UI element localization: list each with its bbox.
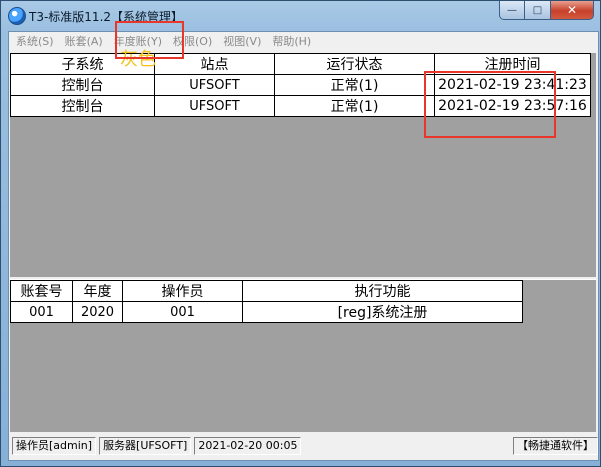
status-operator: 操作员[admin]: [12, 436, 97, 455]
column-header-operator[interactable]: 操作员: [122, 280, 243, 302]
menu-annual-account[interactable]: 年度账(Y): [110, 33, 166, 51]
cell-function: [reg]系统注册: [242, 301, 523, 323]
cell-site: UFSOFT: [154, 74, 275, 96]
cell-register-time: 2021-02-19 23:57:16: [434, 95, 591, 117]
menu-bar: 系统(S) 账套(A) 年度账(Y) 权限(O) 视图(V) 帮助(H): [9, 32, 598, 52]
column-header-year[interactable]: 年度: [72, 280, 123, 302]
window-title: T3-标准版11.2【系统管理】: [29, 10, 184, 24]
menu-account-set[interactable]: 账套(A): [61, 33, 107, 51]
client-area: 系统(S) 账套(A) 年度账(Y) 权限(O) 视图(V) 帮助(H) 子系统…: [8, 31, 599, 461]
status-bar: 操作员[admin] 服务器[UFSOFT] 2021-02-20 00:05 …: [9, 432, 598, 459]
column-header-function[interactable]: 执行功能: [242, 280, 523, 302]
column-header-site[interactable]: 站点: [154, 53, 275, 75]
cell-register-time: 2021-02-19 23:41:23: [434, 74, 591, 96]
close-button[interactable]: ✕: [551, 1, 594, 20]
window-controls: — □ ✕: [499, 1, 594, 21]
maximize-button[interactable]: □: [525, 1, 551, 20]
status-datetime: 2021-02-20 00:05: [194, 436, 302, 455]
table-row[interactable]: 控制台 UFSOFT 正常(1) 2021-02-19 23:57:16: [10, 95, 591, 117]
cell-subsystem: 控制台: [10, 95, 155, 117]
cell-run-status: 正常(1): [274, 95, 435, 117]
cell-account-no: 001: [10, 301, 73, 323]
column-header-subsystem[interactable]: 子系统: [10, 53, 155, 75]
task-table-header: 账套号 年度 操作员 执行功能: [10, 280, 523, 302]
table-row[interactable]: 001 2020 001 [reg]系统注册: [10, 301, 523, 323]
app-logo-icon: [8, 7, 26, 25]
cell-run-status: 正常(1): [274, 74, 435, 96]
minimize-button[interactable]: —: [499, 1, 525, 20]
title-bar[interactable]: T3-标准版11.2【系统管理】 — □ ✕: [1, 1, 600, 31]
task-table: 账套号 年度 操作员 执行功能 001 2020 001 [reg]系统注册: [10, 280, 523, 323]
cell-site: UFSOFT: [154, 95, 275, 117]
cell-year: 2020: [72, 301, 123, 323]
task-panel: 账套号 年度 操作员 执行功能 001 2020 001 [reg]系统注册: [10, 279, 596, 432]
column-header-run-status[interactable]: 运行状态: [274, 53, 435, 75]
subsystem-table-header: 子系统 站点 运行状态 注册时间: [10, 53, 591, 75]
column-header-account-no[interactable]: 账套号: [10, 280, 73, 302]
app-window: T3-标准版11.2【系统管理】 — □ ✕ 系统(S) 账套(A) 年度账(Y…: [0, 0, 601, 467]
cell-operator: 001: [122, 301, 243, 323]
status-server: 服务器[UFSOFT]: [99, 436, 192, 455]
menu-permissions[interactable]: 权限(O): [169, 33, 216, 51]
cell-subsystem: 控制台: [10, 74, 155, 96]
subsystem-table: 子系统 站点 运行状态 注册时间 控制台 UFSOFT 正常(1) 2021-0…: [10, 53, 591, 117]
status-brand: 【畅捷通软件】: [513, 436, 598, 455]
table-row[interactable]: 控制台 UFSOFT 正常(1) 2021-02-19 23:41:23: [10, 74, 591, 96]
column-header-register-time[interactable]: 注册时间: [434, 53, 591, 75]
subsystem-panel: 子系统 站点 运行状态 注册时间 控制台 UFSOFT 正常(1) 2021-0…: [10, 53, 596, 277]
menu-help[interactable]: 帮助(H): [268, 33, 315, 51]
menu-system[interactable]: 系统(S): [12, 33, 58, 51]
menu-view[interactable]: 视图(V): [219, 33, 265, 51]
